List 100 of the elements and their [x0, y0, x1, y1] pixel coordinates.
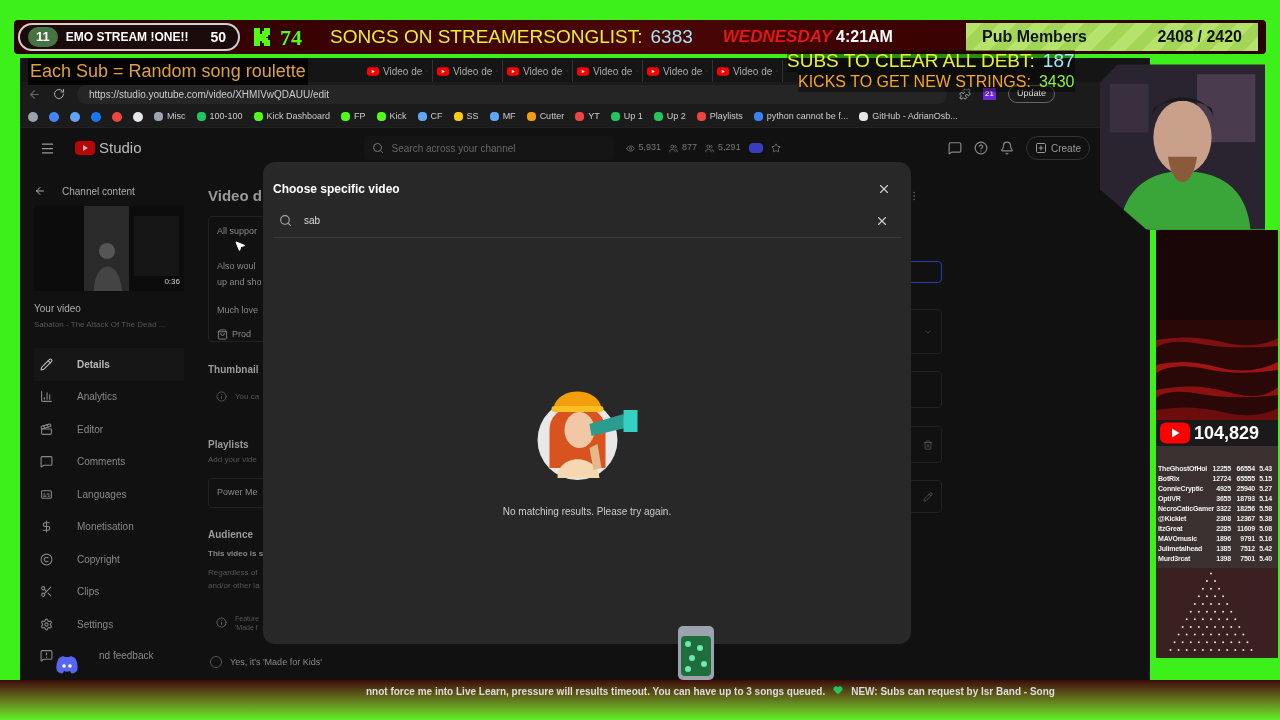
bookmark-icon: [253, 112, 263, 121]
bookmark-icon: [341, 112, 351, 121]
studio-logo-text: Studio: [99, 137, 142, 158]
youtube-icon: [717, 66, 729, 76]
bookmark-icon[interactable]: [133, 111, 143, 122]
audience-text: This video is s: [208, 547, 264, 560]
your-video-label: Your video: [34, 302, 81, 316]
feedback-icon[interactable]: [948, 141, 962, 155]
bookmark-icon[interactable]: [28, 111, 38, 122]
bookmark-icon: [859, 112, 869, 121]
description-text: Much love: [217, 304, 259, 317]
bookmark[interactable]: GitHub - AdrianOsb...: [859, 109, 958, 124]
nav-item[interactable]: Details: [34, 348, 184, 381]
bookmark[interactable]: Up 2: [653, 109, 686, 124]
channel-search-bar[interactable]: Search across your channel: [363, 136, 614, 160]
nav-item[interactable]: Settings: [34, 608, 184, 641]
search-input[interactable]: Search across your channel: [391, 140, 606, 156]
bookmark-icon: [453, 112, 463, 121]
bookmark[interactable]: MF: [489, 109, 516, 124]
bookmark[interactable]: Kick Dashboard: [253, 109, 331, 124]
extensions-badge: 21: [983, 88, 996, 100]
people-icon: [705, 143, 715, 153]
kick-count: 74: [280, 23, 302, 52]
back-link[interactable]: Channel content: [34, 180, 135, 202]
level-number: 11: [28, 27, 58, 47]
info-icon: [216, 391, 227, 402]
youtube-icon: [437, 66, 449, 76]
nav-item[interactable]: Copyright: [34, 543, 184, 576]
comment-icon: [40, 455, 53, 469]
bookmark[interactable]: Up 1: [610, 109, 643, 124]
search-icon: [279, 214, 292, 227]
radio-label: Yes, it's 'Made for Kids': [230, 655, 322, 669]
section-heading: Audience: [208, 527, 253, 542]
heart-icon: [833, 685, 844, 695]
members-count: 2408 / 2420: [1157, 27, 1242, 47]
pencil-icon: [40, 357, 53, 371]
bookmark[interactable]: YT: [575, 109, 600, 124]
bookmark[interactable]: FP: [341, 109, 366, 124]
bookmark[interactable]: Kick: [376, 109, 407, 124]
channel-stat: 5,931: [638, 141, 662, 155]
bookmark[interactable]: CF: [417, 109, 443, 124]
star-icon: [770, 143, 781, 153]
nav-item[interactable]: Comments: [34, 445, 184, 478]
video-duration: 0:36: [164, 276, 180, 288]
clapperboard-icon: [40, 422, 53, 436]
feedback-icon[interactable]: [40, 649, 53, 662]
bookmark-icon[interactable]: [70, 111, 80, 122]
back-arrow-icon: [34, 185, 46, 197]
channel-stat: 877: [682, 141, 698, 155]
nav-item[interactable]: Analytics: [34, 380, 184, 413]
section-heading: Thumbnail: [208, 362, 259, 377]
nav-item[interactable]: Clips: [34, 575, 184, 608]
product-chip[interactable]: Prod: [217, 327, 251, 341]
bookmark[interactable]: python cannot be f...: [753, 109, 849, 124]
clock-time: 4:21AM: [836, 27, 893, 47]
bookmark-icon: [376, 112, 386, 121]
youtube-icon: [1160, 422, 1190, 444]
send-feedback-link[interactable]: nd feedback: [99, 648, 154, 663]
scissors-icon: [40, 585, 53, 599]
eye-icon: [625, 143, 635, 153]
back-icon[interactable]: [28, 87, 41, 101]
video-search-input[interactable]: sab: [304, 213, 863, 228]
dollar-icon: [40, 520, 53, 534]
info-icon: [216, 617, 227, 628]
bookmark[interactable]: SS: [453, 109, 479, 124]
notifications-icon[interactable]: [1000, 141, 1014, 155]
live-icon: [748, 143, 763, 153]
bookmark-icon: [610, 112, 620, 121]
bookmark[interactable]: Playlists: [696, 109, 743, 124]
cursor-icon: [234, 240, 246, 252]
help-icon[interactable]: [974, 141, 988, 155]
weekday: WEDNESDAY: [722, 26, 833, 49]
bookmark-icon: [653, 112, 663, 121]
dialog-title: Choose specific video: [273, 181, 400, 198]
jar-drawing: [676, 624, 716, 682]
settings-icon: [40, 617, 53, 631]
roulette-note: Each Sub = Random song roulette: [28, 58, 308, 85]
kick-logo-icon: [252, 27, 272, 47]
bookmark[interactable]: Cutter: [526, 109, 565, 124]
section-heading: Playlists: [208, 437, 249, 452]
nav-item[interactable]: Languages: [34, 478, 184, 511]
menu-icon[interactable]: [40, 140, 55, 156]
bookmark-icon: [417, 112, 427, 121]
reload-icon[interactable]: [53, 88, 65, 100]
description-text: Also woul up and sho: [217, 260, 262, 289]
bookmark[interactable]: 100-100: [196, 109, 243, 124]
discord-icon: [55, 656, 79, 674]
nav-item[interactable]: Monetisation: [34, 510, 184, 543]
youtube-icon: [367, 66, 379, 76]
extension-icon[interactable]: [959, 88, 971, 100]
songs-label: SONGS ON STREAMERSONGLIST:: [330, 24, 643, 49]
bookmark-icon: [575, 112, 585, 121]
close-icon[interactable]: [877, 182, 891, 196]
copyright-icon: [40, 552, 53, 566]
bookmark-icon: [154, 112, 163, 121]
bookmark-icon: [753, 112, 763, 121]
youtube-icon: [577, 66, 589, 76]
nav-item[interactable]: Editor: [34, 413, 184, 446]
bookmark[interactable]: Misc: [154, 109, 186, 124]
empty-message: No matching results. Please try again.: [502, 505, 672, 519]
